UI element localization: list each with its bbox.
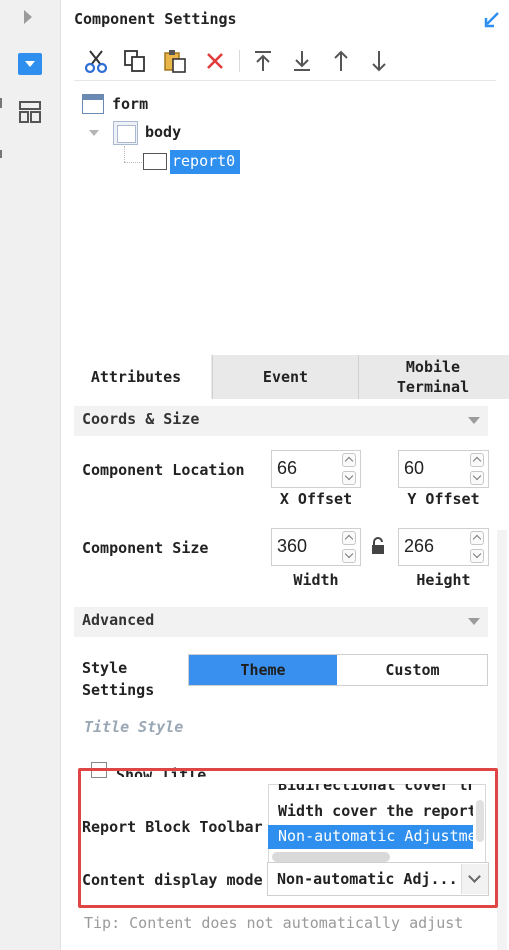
increment-icon[interactable] [470,531,484,545]
component-location-label: Component Location [82,461,245,479]
panel-title: Component Settings [74,10,237,28]
expand-rail-icon[interactable] [24,10,32,24]
show-title-checkbox[interactable] [91,762,107,778]
height-caption: Height [416,571,471,589]
rail-marker [0,98,2,108]
form-node-icon [82,94,104,114]
tree-node-report0[interactable]: report0 [172,152,235,170]
vertical-scrollbar[interactable] [476,800,484,842]
width-caption: Width [293,571,339,589]
copy-icon[interactable] [122,48,148,74]
rail-marker [0,150,2,158]
dropdown-option[interactable]: Width cover the report [278,802,473,820]
decrement-icon[interactable] [470,471,484,485]
chevron-down-icon [468,417,480,424]
height-value: 266 [404,536,435,556]
x-offset-input[interactable]: 66 [271,450,361,488]
height-input[interactable]: 266 [398,528,489,566]
horizontal-scrollbar[interactable] [272,852,390,862]
dropdown-option-selected[interactable]: Non-automatic Adjustme [278,827,473,845]
chevron-down-icon[interactable] [461,864,488,894]
increment-icon[interactable] [342,531,356,545]
report-node-icon [143,153,167,170]
increment-icon[interactable] [470,453,484,467]
chevron-down-icon [468,618,480,625]
move-bottom-icon[interactable] [289,48,315,74]
tab-attributes[interactable]: Attributes [61,355,211,399]
theme-option[interactable]: Theme [189,655,337,685]
title-style-heading: Title Style [84,718,184,736]
width-value: 360 [277,536,308,556]
cut-icon[interactable] [83,48,109,74]
tree-node-form[interactable]: form [112,95,148,113]
style-settings-label: Style Settings [82,659,155,699]
move-up-icon[interactable] [328,48,354,74]
x-offset-caption: X Offset [279,490,353,508]
tab-event[interactable]: Event [212,355,358,399]
delete-icon[interactable] [202,48,228,74]
tab-mobile-terminal[interactable]: Mobile Terminal [358,355,507,399]
pin-icon[interactable] [482,10,502,30]
paste-icon[interactable] [162,48,188,74]
decrement-icon[interactable] [470,549,484,563]
increment-icon[interactable] [342,453,356,467]
tip-text: Tip: Content does not automatically adju… [84,914,464,932]
left-rail [0,0,61,950]
content-display-mode-label: Content display mode [82,871,263,889]
lock-icon[interactable] [370,536,386,556]
x-offset-value: 66 [277,458,298,478]
move-top-icon[interactable] [250,48,276,74]
panel-scrollbar[interactable] [497,530,507,950]
y-offset-value: 60 [404,458,425,478]
component-size-label: Component Size [82,539,209,557]
y-offset-caption: Y Offset [407,490,480,508]
y-offset-input[interactable]: 60 [398,450,489,488]
collapse-arrow-icon[interactable] [89,130,99,136]
show-title-label: Show Title [116,766,207,777]
tree-node-body[interactable]: body [145,123,181,141]
component-settings-rail-icon[interactable] [18,53,42,75]
width-input[interactable]: 360 [271,528,361,566]
custom-option[interactable]: Custom [338,655,487,685]
section-title: Advanced [82,611,155,629]
body-node-icon [113,121,138,145]
section-title: Coords & Size [82,410,200,428]
toolbar-separator [239,50,240,72]
decrement-icon[interactable] [342,549,356,563]
report-block-toolbar-label: Report Block Toolbar [82,818,263,836]
content-display-mode-value: Non-automatic Adj... [277,870,458,888]
coords-size-section[interactable]: Coords & Size [74,406,488,436]
advanced-section[interactable]: Advanced [74,607,488,637]
tree-connector [124,146,125,162]
move-down-icon[interactable] [366,48,392,74]
decrement-icon[interactable] [342,471,356,485]
layout-icon[interactable] [19,101,41,123]
dropdown-option[interactable]: Bidirectional cover th [278,784,473,794]
tree-connector [124,162,142,163]
